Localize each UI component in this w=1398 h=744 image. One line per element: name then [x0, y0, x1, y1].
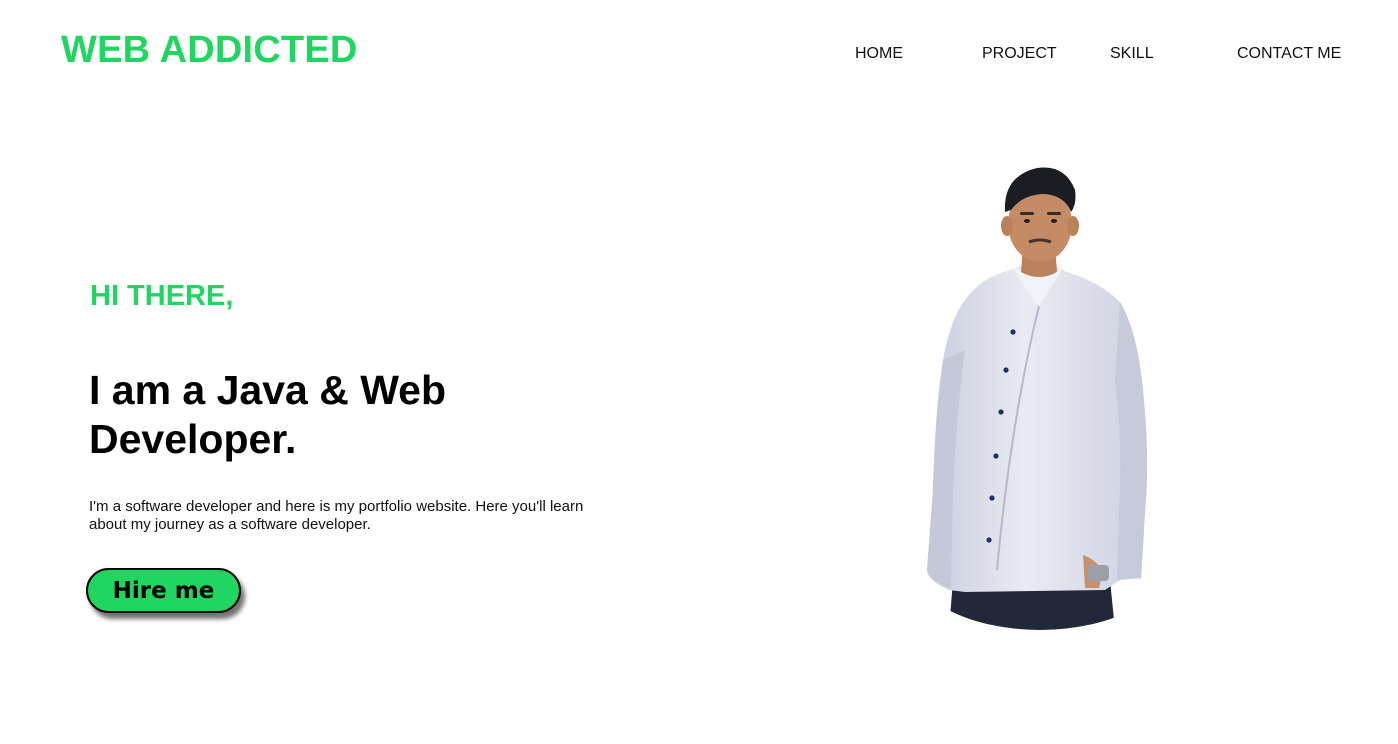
portfolio-page: WEB ADDICTED HOME PROJECT SKILL CONTACT …	[0, 0, 1398, 744]
nav-link-skill[interactable]: SKILL	[1110, 45, 1154, 63]
person-portrait-icon	[927, 167, 1148, 630]
hero-headline: I am a Java & Web Developer.	[89, 367, 447, 462]
hero-greeting: HI THERE,	[90, 280, 234, 312]
site-logo[interactable]: WEB ADDICTED	[61, 29, 358, 72]
hero-intro-text: I'm a software developer and here is my …	[89, 498, 584, 533]
nav-link-home[interactable]: HOME	[855, 45, 903, 63]
hire-me-button[interactable]: Hire me	[86, 568, 241, 613]
nav-link-project[interactable]: PROJECT	[982, 45, 1057, 63]
nav-link-contact-me[interactable]: CONTACT ME	[1237, 45, 1341, 63]
